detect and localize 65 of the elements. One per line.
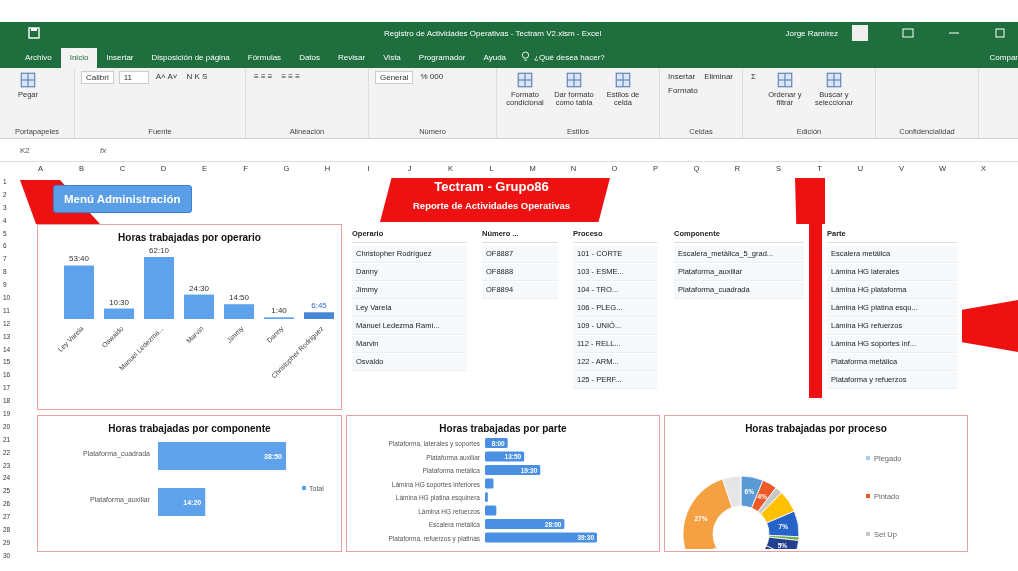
ribbon-tab[interactable]: Datos — [290, 48, 330, 68]
bar — [485, 492, 488, 502]
maximize-icon[interactable] — [994, 28, 1006, 38]
grid-icon — [614, 71, 632, 89]
window-title: Registro de Actividades Operativas - Tectram V2.xlsm - Excel — [384, 28, 602, 38]
ribbon-button[interactable]: Eliminar — [702, 71, 736, 82]
chart-title: Horas trabajadas por proceso — [745, 423, 887, 434]
bar — [485, 505, 497, 516]
legend-swatch — [301, 486, 306, 490]
ribbon-tab[interactable]: Ayuda — [474, 48, 516, 68]
bar — [183, 294, 214, 319]
grid-icon — [19, 71, 37, 89]
value-label: 14:50 — [228, 293, 249, 303]
ribbon-dropdown[interactable]: General — [375, 71, 414, 84]
chart-title: Horas trabajadas por componente — [108, 423, 271, 434]
share-button[interactable]: Compar — [983, 53, 1018, 68]
ribbon-display-icon[interactable] — [902, 28, 914, 38]
bar — [63, 265, 94, 319]
ribbon-dropdown[interactable]: 11 — [118, 71, 149, 84]
bar — [303, 312, 334, 319]
ribbon-button[interactable]: A˄ A˅ — [153, 71, 180, 84]
bar — [223, 304, 254, 319]
ribbon-tab[interactable]: Disposición de página — [142, 48, 239, 68]
bar — [157, 488, 205, 516]
chart-title: Horas trabajadas por operario — [118, 232, 261, 243]
ribbon-button[interactable]: ≡ ≡ ≡ — [252, 71, 275, 82]
ribbon-button[interactable]: ≡ ≡ ≡ — [279, 71, 302, 82]
ribbon-button[interactable]: N K S — [184, 71, 210, 84]
value-label: 6:45 — [310, 301, 327, 311]
banner-title: Tectram - Grupo86 — [434, 179, 549, 194]
ribbon-button[interactable]: Σ — [749, 71, 758, 108]
bar — [485, 451, 525, 462]
user-name: Jorge Ramírez — [785, 28, 838, 38]
ribbon-tab[interactable]: Programador — [409, 48, 475, 68]
ribbon-tab[interactable]: Fórmulas — [238, 48, 291, 68]
ribbon-tab[interactable]: Insertar — [97, 48, 143, 68]
value-label: 10:30 — [108, 297, 129, 307]
name-box[interactable]: K2 — [0, 145, 80, 155]
ribbon-tab[interactable]: Archivo — [16, 48, 61, 68]
bar — [103, 308, 134, 319]
ribbon-tab[interactable]: Inicio — [60, 48, 98, 68]
value-label: 24:30 — [188, 283, 209, 293]
bar — [485, 478, 494, 489]
value-label: 1:40 — [270, 306, 287, 316]
banner-subtitle: Reporte de Actividades Operativas — [413, 200, 570, 211]
bar — [143, 257, 174, 319]
ribbon-button[interactable]: Insertar — [666, 71, 698, 82]
value-label: 62:10 — [148, 246, 169, 255]
value-label: 53:40 — [68, 254, 89, 264]
tell-me-field[interactable]: ¿Qué desea hacer? — [534, 53, 605, 68]
bar — [485, 438, 508, 448]
function-label[interactable]: fx — [100, 145, 107, 155]
lightbulb-icon — [521, 51, 531, 62]
grid-icon — [775, 71, 794, 89]
ribbon-button[interactable]: % 000 — [418, 71, 446, 84]
save-icon[interactable] — [28, 27, 40, 39]
ribbon-button[interactable]: Formato — [666, 85, 700, 96]
ribbon-tab[interactable]: Revisar — [329, 48, 375, 68]
bar — [485, 465, 541, 475]
grid-icon — [516, 71, 534, 89]
grid-icon — [565, 71, 583, 89]
chart-title: Horas trabajadas por parte — [439, 423, 567, 434]
grid-icon — [824, 71, 843, 89]
ribbon-tab[interactable]: Vista — [374, 48, 410, 68]
ribbon-dropdown[interactable]: Calibri — [81, 71, 114, 84]
